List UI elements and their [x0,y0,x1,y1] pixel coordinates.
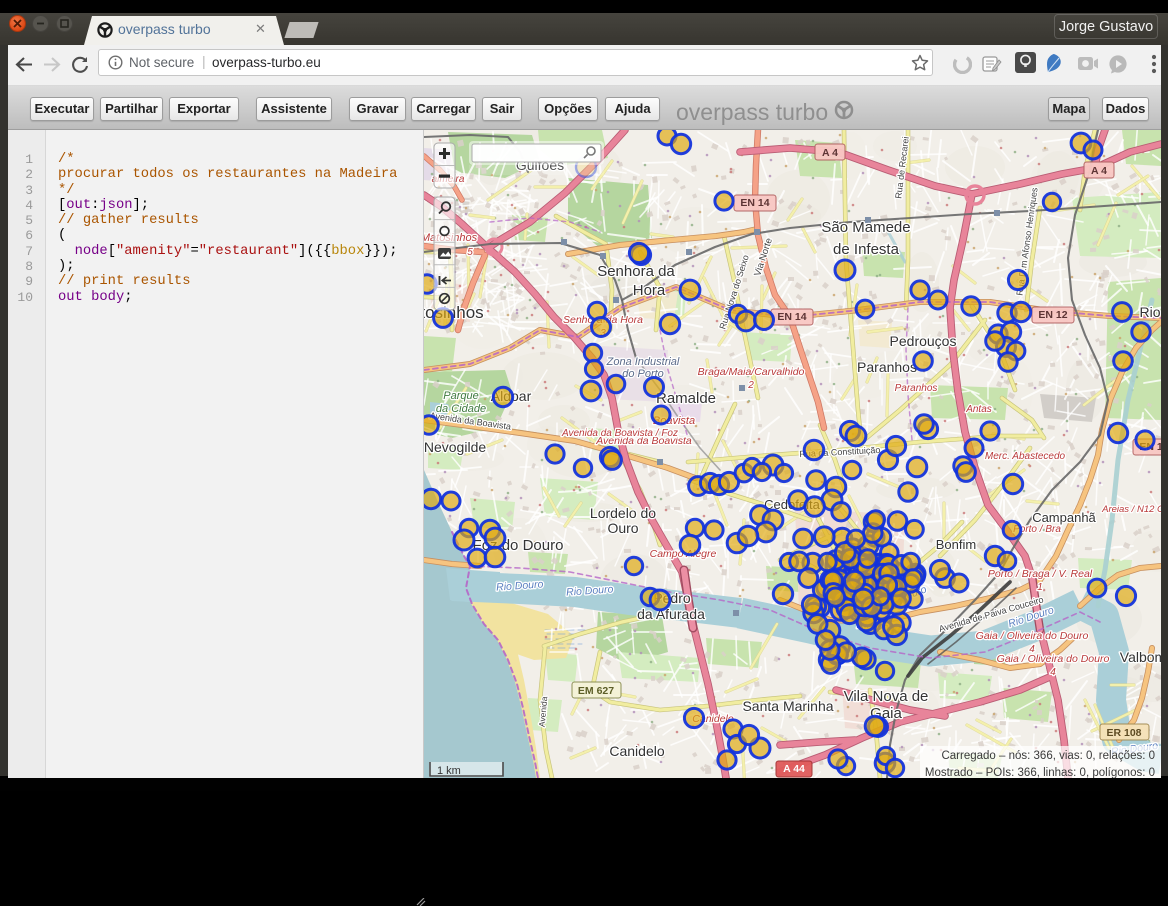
svg-text:EN 14: EN 14 [777,311,806,323]
svg-text:Campanhã: Campanhã [1032,510,1096,525]
svg-text:São Mamede: São Mamede [821,219,910,236]
svg-text:de Infesta: de Infesta [833,241,900,258]
svg-text:Braga/Maia/Carvalhido: Braga/Maia/Carvalhido [698,366,805,378]
svg-text:4: 4 [1050,667,1056,678]
svg-text:Mostrado – POIs: 366, linhas:: Mostrado – POIs: 366, linhas: 0, polígon… [925,767,1155,778]
svg-text:1: 1 [1037,582,1043,593]
svg-text:Hora: Hora [633,282,666,299]
svg-text:Rio: Rio [1139,304,1160,320]
svg-text:Gaia / Oliveira do Douro: Gaia / Oliveira do Douro [997,653,1110,665]
svg-text:Ramalde: Ramalde [656,390,716,407]
svg-text:Zona Industrial: Zona Industrial [606,356,680,368]
svg-text:Valbom: Valbom [1120,649,1161,665]
svg-text:Ouro: Ouro [607,520,638,536]
svg-text:2: 2 [747,380,754,391]
svg-text:EM 627: EM 627 [578,685,614,697]
svg-text:A 4: A 4 [822,147,838,159]
svg-text:A 4: A 4 [1091,165,1107,177]
svg-text:Vila Nova de: Vila Nova de [844,688,929,705]
svg-text:EN 12: EN 12 [1038,309,1067,321]
svg-text:Bonfim: Bonfim [936,537,976,552]
svg-text:5: 5 [467,247,473,258]
svg-text:da Afurada: da Afurada [637,606,705,622]
svg-text:Carregado – nós: 366, vias: 0,: Carregado – nós: 366, vias: 0, relações:… [941,750,1155,762]
svg-text:Canidelo: Canidelo [609,743,664,759]
svg-text:1 km: 1 km [437,765,461,777]
svg-text:Areias / N12 C: Areias / N12 C [1101,504,1161,515]
svg-text:Pedrouços: Pedrouços [890,333,957,349]
svg-text:ER 108: ER 108 [1106,727,1141,739]
svg-text:Antas: Antas [965,404,992,415]
svg-text:Lordelo do: Lordelo do [590,505,656,521]
svg-text:EN 14: EN 14 [740,197,769,209]
svg-text:Merc. Abastecedo: Merc. Abastecedo [985,451,1066,462]
svg-text:Avenida da Boavista / Foz: Avenida da Boavista / Foz [561,428,678,439]
svg-text:Nevogilde: Nevogilde [424,439,486,455]
svg-text:A 44: A 44 [783,763,805,775]
svg-text:Parque: Parque [443,390,478,402]
svg-text:Paranhos: Paranhos [857,359,917,375]
svg-text:Senhora da: Senhora da [597,263,675,280]
svg-text:Santa Marinha: Santa Marinha [742,698,833,714]
svg-text:Gaia / Oliveira do Douro: Gaia / Oliveira do Douro [976,630,1089,642]
svg-text:Paranhos: Paranhos [895,383,938,394]
